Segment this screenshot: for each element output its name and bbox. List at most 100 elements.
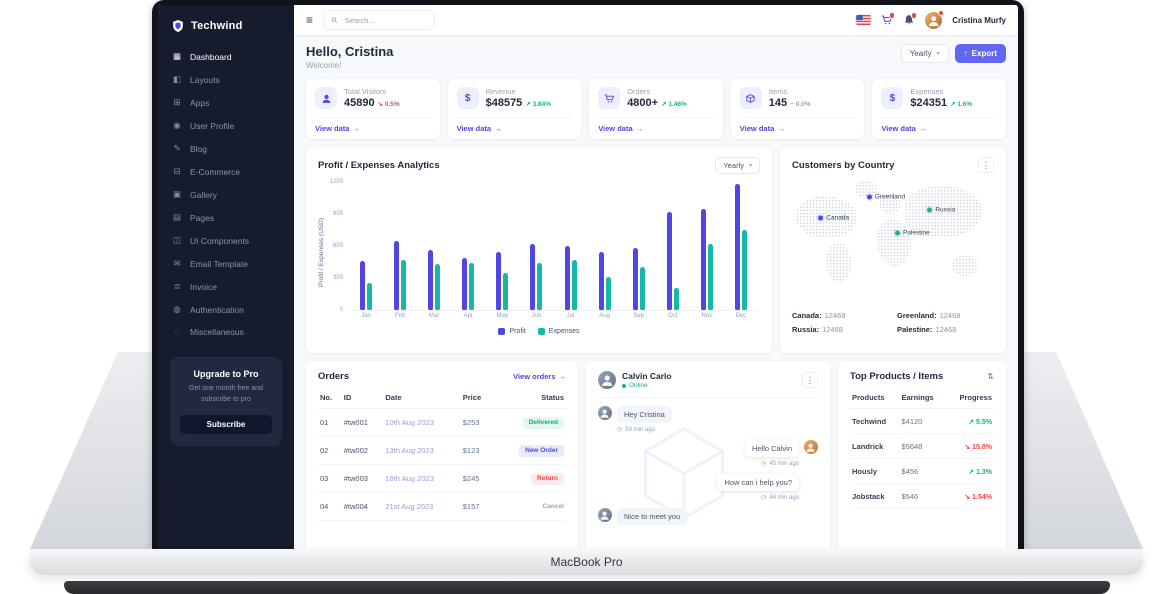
user-avatar[interactable] — [925, 12, 942, 29]
map-dots-australia — [952, 255, 978, 276]
chat-message-body: Nice to meet you — [617, 508, 687, 525]
stat-info: Expenses$24351↗ 1.6% — [910, 87, 972, 109]
content: Hello, Cristina Welcome! Yearly ▾ ↑ Expo… — [294, 35, 1018, 549]
sidebar-item-miscellaneous[interactable]: ◌Miscellaneous — [158, 321, 294, 343]
sidebar-item-layouts[interactable]: ◧Layouts — [158, 68, 294, 91]
country-name: Canada: — [792, 311, 822, 320]
period-select[interactable]: Yearly ▾ — [901, 44, 949, 63]
map-legend: Canada:12468Greenland:12468Russia:12468P… — [792, 311, 994, 334]
stat-info: Revenue$48575↗ 3.84% — [486, 87, 551, 109]
sidebar-item-label: Authentication — [190, 305, 244, 315]
brand[interactable]: Techwind — [158, 13, 294, 45]
country-name: Russia: — [792, 325, 819, 334]
chat-menu-icon[interactable]: ⋮ — [802, 372, 818, 388]
upgrade-title: Upgrade to Pro — [180, 369, 272, 379]
menu-icon[interactable]: ≡ — [306, 14, 313, 26]
order-price: $245 — [461, 465, 494, 493]
orders-table-header: No.IDDatePriceStatus — [318, 387, 566, 409]
bar-profit-apr — [462, 258, 467, 310]
map-marker-russia: Russia — [927, 206, 955, 213]
stat-value: $48575↗ 3.84% — [486, 97, 551, 109]
sidebar-item-pages[interactable]: ▤Pages — [158, 206, 294, 229]
legend-label: Profit — [509, 328, 525, 335]
bar-profit-jan — [360, 261, 365, 310]
sidebar-item-gallery[interactable]: ▣Gallery — [158, 183, 294, 206]
stat-info: Orders4800+↗ 1.46% — [627, 87, 687, 109]
kebab-menu-icon[interactable]: ⋮ — [978, 157, 994, 173]
ui-components-icon: ◫ — [172, 235, 182, 246]
notification-dot — [889, 12, 896, 19]
view-orders-link[interactable]: View orders → — [513, 372, 566, 381]
chart-column-jun: Jun — [519, 182, 553, 324]
sidebar-item-dashboard[interactable]: ▦Dashboard — [158, 45, 294, 68]
products-table-header: ProductsEarningsProgress — [850, 387, 994, 409]
clock-icon: ◷ — [617, 426, 622, 433]
map-marker-label: Russia — [935, 206, 955, 213]
chat-message-time: ◷59 min ago — [617, 426, 672, 433]
map-dots-africa — [877, 219, 911, 266]
sidebar-item-label: Blog — [190, 144, 207, 154]
status-badge: Cancel — [537, 501, 564, 513]
users-icon — [321, 93, 332, 104]
search-input[interactable] — [343, 15, 427, 26]
bar-group — [701, 182, 713, 310]
products-table: ProductsEarningsProgress Techwind$4120↗ … — [850, 387, 994, 509]
sidebar-nav: ▦Dashboard◧Layouts⊞Apps◉User Profile✎Blo… — [158, 45, 294, 343]
cart-icon[interactable] — [881, 14, 893, 26]
arrow-right-icon: → — [559, 372, 567, 381]
profit-expenses-chart-card: Profit / Expenses Analytics Yearly ▾ Pro… — [306, 147, 772, 353]
laptop-bottom-bar — [64, 581, 1110, 594]
sidebar-item-invoice[interactable]: ≣Invoice — [158, 275, 294, 298]
bell-icon[interactable] — [903, 14, 915, 26]
product-row: Landrick$5648↘ 15.8% — [850, 434, 994, 459]
view-data-link[interactable]: View data→ — [881, 117, 997, 139]
country-value: 12468 — [825, 311, 846, 320]
stat-card-total-visitors: Total Visitors45890↘ 0.5%View data→ — [306, 79, 440, 139]
order-status: New Order — [494, 437, 566, 465]
bar-profit-feb — [394, 241, 399, 310]
view-data-link[interactable]: View data→ — [740, 117, 856, 139]
bar-expenses-feb — [401, 260, 406, 310]
stat-label: Revenue — [486, 87, 551, 96]
order-no: 03 — [318, 465, 342, 493]
chart-title: Profit / Expenses Analytics — [318, 160, 440, 171]
sidebar-item-ui-components[interactable]: ◫UI Components — [158, 229, 294, 252]
country-name: Palestine: — [897, 325, 932, 334]
status-badge: Return — [531, 473, 564, 485]
subscribe-button[interactable]: Subscribe — [180, 415, 272, 434]
sidebar-item-email-template[interactable]: ✉Email Template — [158, 252, 294, 275]
view-data-link[interactable]: View data→ — [457, 117, 573, 139]
x-tick-label: Apr — [464, 313, 473, 319]
export-button[interactable]: ↑ Export — [955, 44, 1006, 63]
upgrade-text: Get one month free and subscribe to pro — [180, 384, 272, 406]
sidebar-item-blog[interactable]: ✎Blog — [158, 137, 294, 160]
brand-name: Techwind — [191, 20, 243, 32]
chart-legend: ProfitExpenses — [318, 328, 760, 335]
map-title: Customers by Country — [792, 160, 894, 171]
bar-expenses-aug — [606, 277, 611, 310]
view-data-link[interactable]: View data→ — [598, 117, 714, 139]
stat-value: 4800+↗ 1.46% — [627, 97, 687, 109]
sort-icon[interactable]: ⇅ — [987, 372, 994, 381]
order-row: 04#tw00421st Aug 2023$157Cancel — [318, 493, 566, 521]
map-marker-canada: Canada — [818, 214, 849, 221]
sidebar-item-e-commerce[interactable]: ⊟E-Commerce — [158, 160, 294, 183]
sidebar-item-authentication[interactable]: ◍Authentication — [158, 298, 294, 321]
order-id: #tw001 — [342, 409, 384, 437]
sidebar-item-apps[interactable]: ⊞Apps — [158, 91, 294, 114]
sidebar: Techwind ▦Dashboard◧Layouts⊞Apps◉User Pr… — [158, 5, 294, 549]
sidebar-item-user-profile[interactable]: ◉User Profile — [158, 114, 294, 137]
chart-period-select[interactable]: Yearly ▾ — [715, 157, 760, 174]
view-orders-label: View orders — [513, 372, 555, 381]
chat-message: Hello Calvin◷45 min ago — [598, 440, 818, 467]
avatar-image — [598, 406, 612, 420]
x-tick-label: Jan — [361, 313, 371, 319]
progress-value: ↗ 1.3% — [968, 469, 992, 476]
bar-expenses-jul — [572, 260, 577, 310]
view-data-link[interactable]: View data→ — [315, 117, 431, 139]
clock-icon: ◷ — [761, 494, 766, 501]
column-header-date: Date — [383, 387, 460, 409]
stat-value-number: $24351 — [910, 97, 947, 109]
view-data-label: View data — [598, 124, 632, 133]
us-flag-icon[interactable] — [856, 15, 871, 25]
